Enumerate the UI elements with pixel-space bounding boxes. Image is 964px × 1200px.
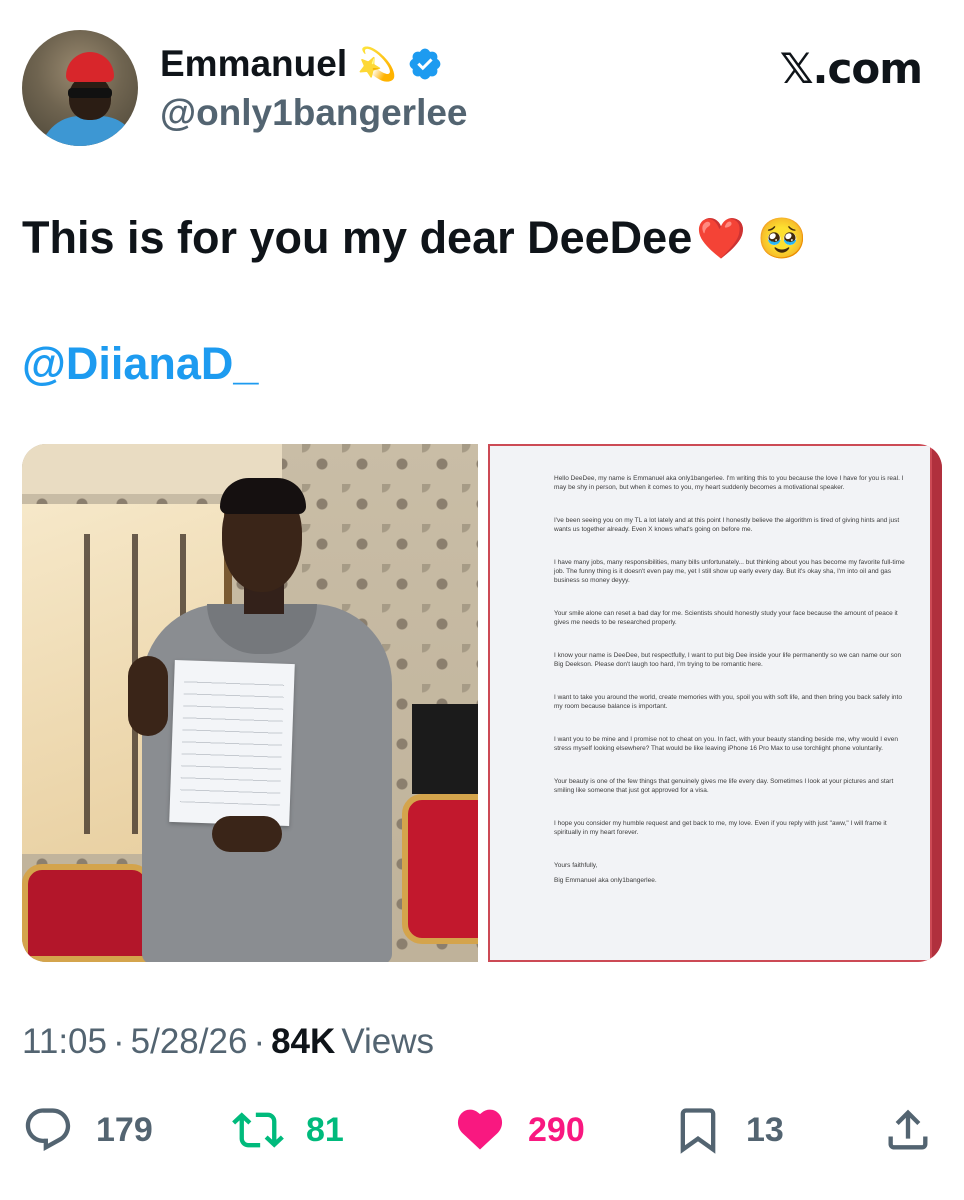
person-hair [220, 478, 306, 514]
red-chair-left [22, 864, 152, 962]
mention-link[interactable]: @DiianaD_ [22, 338, 258, 390]
like-button[interactable]: 290 [454, 1098, 585, 1162]
reply-count: 179 [96, 1110, 153, 1149]
bookmark-button[interactable]: 13 [672, 1098, 784, 1162]
tweet-text: This is for you my dear DeeDee ❤️ 🥹 [22, 212, 807, 264]
bookmark-count: 13 [746, 1110, 784, 1149]
action-bar: 179 81 290 13 [22, 1098, 942, 1162]
letter-paragraph: I want you to be mine and I promise not … [554, 736, 898, 752]
views-label: Views [341, 1022, 435, 1061]
author-name-row: Emmanuel 💫 [160, 40, 443, 88]
dizzy-emoji: 💫 [357, 45, 397, 83]
reply-button[interactable]: 179 [22, 1098, 153, 1162]
left-hand [128, 656, 168, 736]
meta-separator: · [253, 1022, 266, 1061]
avatar-shirt [40, 116, 138, 146]
repost-count: 81 [306, 1110, 344, 1149]
tweet-meta: 11:05 · 5/28/26 · 84K Views [22, 1022, 434, 1062]
letter-paragraph: Hello DeeDee, my name is Emmanuel aka on… [554, 475, 904, 491]
letter-signature: Big Emmanuel aka only1bangerlee. [554, 877, 657, 884]
red-chair-right [402, 794, 478, 944]
letter-paragraph: I want to take you around the world, cre… [554, 694, 902, 710]
held-letter [169, 659, 295, 827]
avatar-face [69, 76, 111, 120]
meta-separator: · [113, 1022, 125, 1061]
tweet-date[interactable]: 5/28/26 [131, 1022, 248, 1062]
letter-paragraph: Your smile alone can reset a bad day for… [554, 610, 898, 626]
letter-closing: Yours faithfully, [554, 862, 598, 869]
reply-icon [25, 1108, 71, 1151]
like-count: 290 [528, 1110, 585, 1149]
views-count: 84K [271, 1022, 336, 1061]
share-button[interactable] [882, 1098, 934, 1162]
repost-icon [232, 1112, 284, 1148]
x-brand-logo: 𝕏.com [779, 44, 923, 93]
share-icon [888, 1109, 928, 1150]
letter-paragraph: I know your name is DeeDee, but respectf… [554, 652, 902, 668]
avatar-sunglasses [68, 88, 112, 98]
letter-paragraph: Your beauty is one of the few things tha… [554, 778, 894, 794]
red-surface [932, 444, 942, 962]
tweet-emojis: ❤️ 🥹 [696, 216, 807, 261]
letter-page: Hello DeeDee, my name is Emmanuel aka on… [490, 446, 930, 960]
repost-button[interactable]: 81 [232, 1098, 344, 1162]
tv-stand [412, 704, 478, 794]
letter-paragraph: I've been seeing you on my TL a lot late… [554, 517, 900, 533]
right-hand [212, 816, 282, 852]
media-grid: Hello DeeDee, my name is Emmanuel aka on… [22, 444, 942, 962]
tweet-time[interactable]: 11:05 [22, 1022, 107, 1062]
letter-closeup-photo[interactable]: Hello DeeDee, my name is Emmanuel aka on… [488, 444, 942, 962]
heart-icon [457, 1109, 503, 1150]
letter-paragraph: I hope you consider my humble request an… [554, 820, 887, 836]
man-holding-letter-photo[interactable] [22, 444, 478, 962]
bookmark-icon [680, 1108, 716, 1154]
author-handle[interactable]: @only1bangerlee [160, 92, 468, 134]
tweet-body: This is for you my dear DeeDee [22, 212, 693, 263]
letter-paragraph: I have many jobs, many responsibilities,… [554, 559, 905, 584]
avatar-hat [66, 52, 114, 82]
display-name[interactable]: Emmanuel [160, 43, 347, 85]
verified-badge-icon [409, 48, 441, 80]
avatar[interactable] [22, 30, 138, 146]
held-letter-lines [179, 674, 285, 806]
